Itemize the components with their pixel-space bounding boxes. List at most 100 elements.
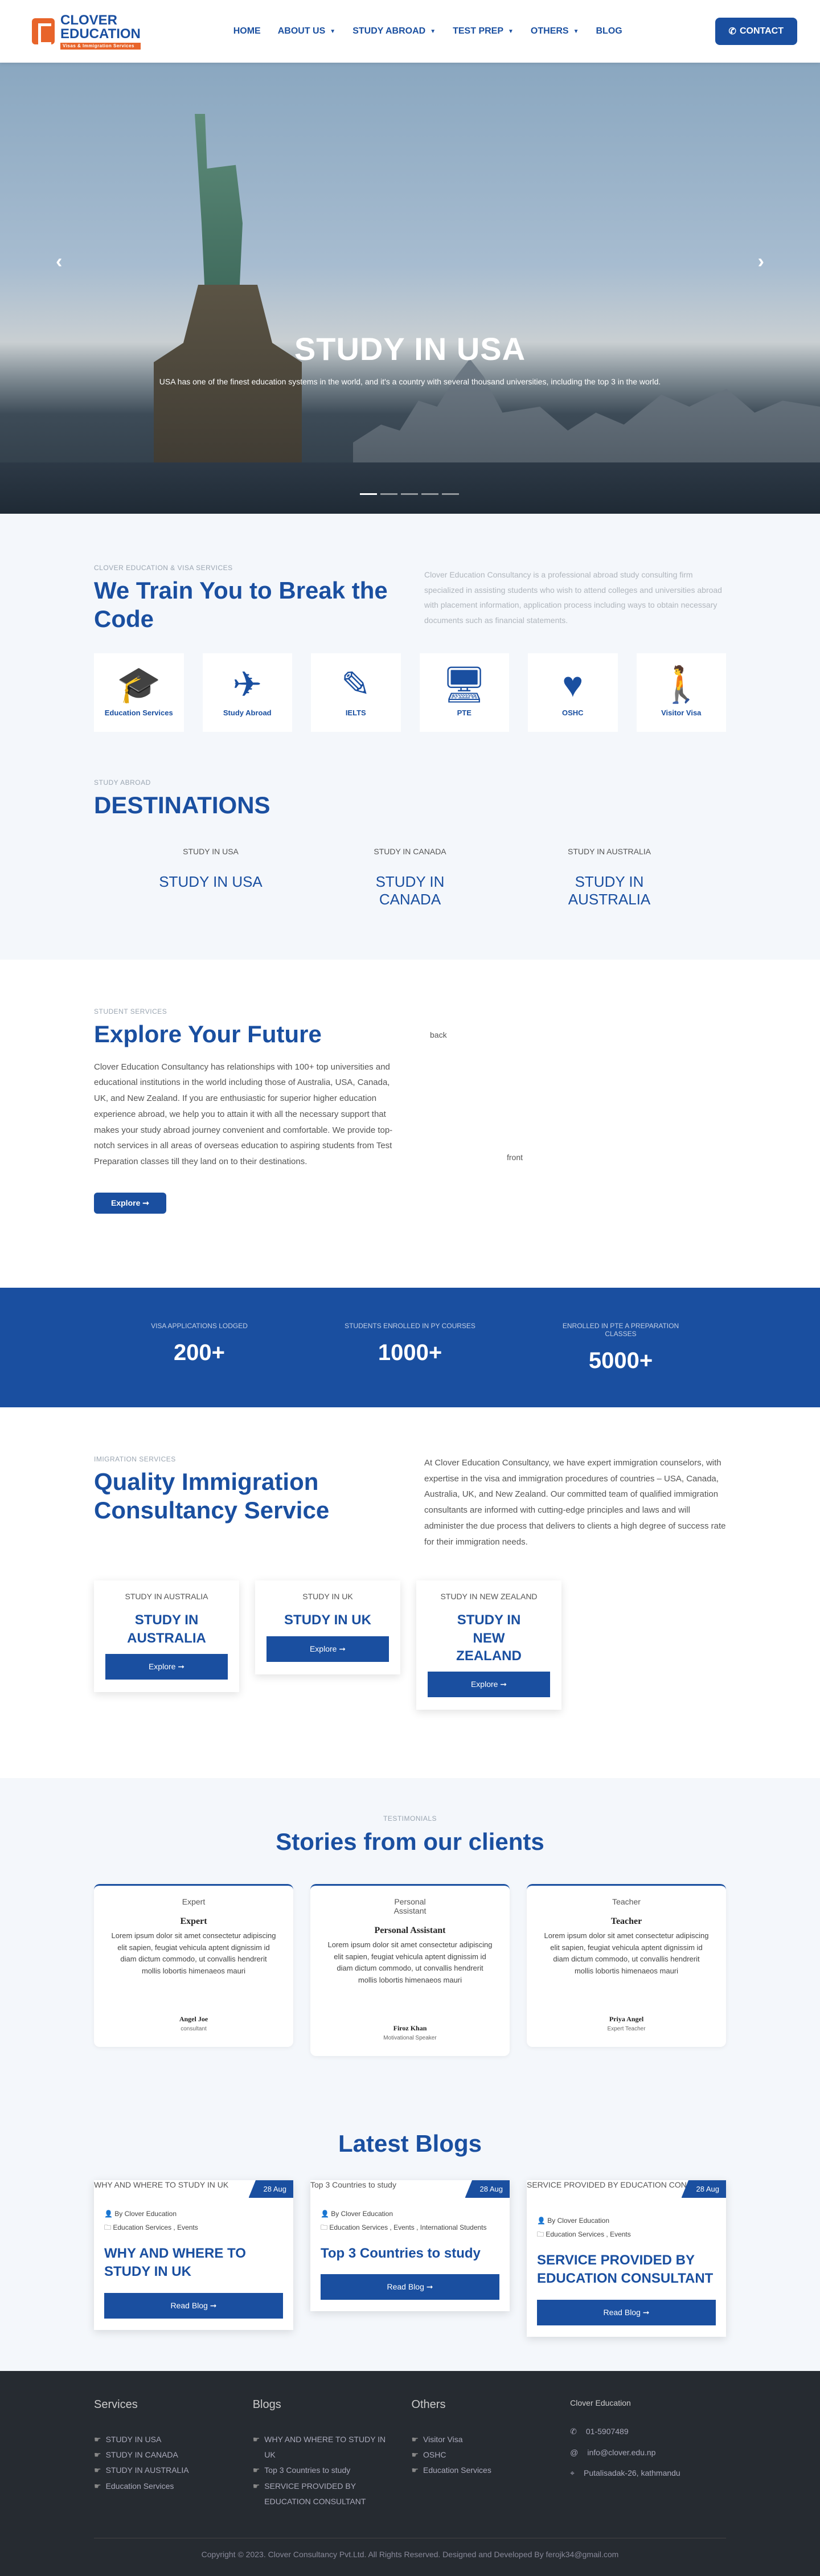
slider-dot[interactable] (380, 493, 397, 495)
footer-link[interactable]: ☛ STUDY IN CANADA (94, 2447, 253, 2463)
train-eyebrow: CLOVER EDUCATION & VISA SERVICES (94, 564, 233, 572)
contact-button[interactable]: ✆ CONTACT (715, 18, 797, 45)
footer-link[interactable]: ☛ STUDY IN USA (94, 2432, 253, 2447)
blog-author: 👤 By Clover Education (94, 2210, 293, 2218)
explore-button[interactable]: Explore ➞ (105, 1653, 228, 1680)
graduate-icon: 🎓 (117, 665, 161, 705)
read-blog-button[interactable]: Read Blog ➞ (321, 2274, 499, 2300)
footer-heading: Services (94, 2398, 138, 2411)
footer-link[interactable]: ☛ Visitor Visa (411, 2432, 570, 2447)
service-card-ielts[interactable]: ✎ IELTS (311, 653, 401, 732)
stat-label: STUDENTS ENROLLED IN PY COURSES (345, 1321, 475, 1330)
immigration-card: STUDY IN UK STUDY IN UK Explore ➞ (255, 1580, 400, 1674)
immigration-card: STUDY IN AUSTRALIA STUDY IN AUSTRALIA Expl… (94, 1580, 239, 1692)
hand-point-icon: ☛ (411, 2434, 419, 2444)
broken-image-icon: Expert (182, 1897, 206, 1906)
testimonial-role: Expert (180, 1916, 207, 1926)
blog-categories-text: Education Services , Events (113, 2223, 198, 2232)
slider-dot[interactable] (360, 493, 377, 495)
phone-icon: ✆ (570, 2426, 577, 2436)
footer-link-text: STUDY IN CANADA (105, 2450, 178, 2460)
stat-label: ENROLLED IN PTE A PREPARATION CLASSES (562, 1321, 679, 1338)
nav-home-label: HOME (233, 26, 261, 36)
explore-eyebrow: STUDENT SERVICES (94, 1008, 167, 1016)
testimonial-title: Motivational Speaker (383, 2035, 437, 2042)
nav-study-abroad-label: STUDY ABROAD (352, 26, 426, 36)
footer-link[interactable]: ☛ STUDY IN AUSTRALIA (94, 2463, 253, 2478)
testimonials-heading: Stories from our clients (276, 1828, 544, 1855)
footer-link-text: Top 3 Countries to study (264, 2466, 351, 2475)
destination-name: STUDY IN AUSTRALIA (568, 873, 651, 908)
footer-link[interactable]: ☛ SERVICE PROVIDED BY EDUCATION CONSULTAN… (253, 2479, 412, 2510)
logo-line1: CLOVER (60, 12, 118, 28)
train-description: Clover Education Consultancy is a profes… (424, 570, 722, 625)
destination-card[interactable]: STUDY IN CANADA STUDY IN CANADA (345, 847, 475, 908)
footer-link[interactable]: ☛ Education Services (94, 2479, 253, 2494)
blog-card: Top 3 Countries to study 28 Aug 👤 By Clov… (310, 2180, 510, 2312)
nav-home[interactable]: HOME (233, 26, 261, 36)
destination-name: STUDY IN USA (159, 873, 263, 891)
footer-link[interactable]: ☛ WHY AND WHERE TO STUDY IN UK (253, 2432, 412, 2463)
slider-next-arrow-icon[interactable]: › (758, 251, 764, 273)
footer-services: Services ☛ STUDY IN USA ☛ STUDY IN CANADA … (94, 2398, 253, 2509)
broken-image-icon: front (507, 1153, 523, 1162)
immigration-eyebrow: IMIGRATION SERVICES (94, 1455, 176, 1463)
testimonial-name: Angel Joe (179, 2015, 208, 2024)
blog-title[interactable]: SERVICE PROVIDED BY EDUCATION CONSULTANT (527, 2251, 726, 2288)
explore-button[interactable]: Explore ➞ (266, 1636, 389, 1662)
service-card-visitor-visa[interactable]: 🚶 Visitor Visa (636, 653, 726, 732)
footer-contact: Clover Education ✆ 01-5907489 @ info@clove… (570, 2398, 726, 2509)
nav-test-prep[interactable]: TEST PREP ▼ (453, 26, 514, 36)
slider-dot[interactable] (401, 493, 418, 495)
chevron-down-icon: ▼ (330, 28, 336, 35)
nav-blog[interactable]: BLOG (596, 26, 622, 36)
service-label: Visitor Visa (661, 708, 702, 718)
explore-button[interactable]: Explore ➞ (94, 1192, 166, 1214)
read-blog-button[interactable]: Read Blog ➞ (104, 2292, 283, 2319)
hand-point-icon: ☛ (94, 2450, 101, 2460)
service-label: Study Abroad (223, 708, 272, 718)
service-card-pte[interactable]: 🖥 PTE (419, 653, 509, 732)
slider-dot[interactable] (421, 493, 438, 495)
footer-heading: Others (411, 2398, 446, 2411)
testimonials-section: TESTIMONIALS Stories from our clients Ex… (0, 1778, 820, 2114)
service-card-education[interactable]: 🎓 Education Services (94, 653, 184, 732)
blog-author: 👤 By Clover Education (310, 2210, 510, 2218)
service-label: Education Services (104, 708, 173, 718)
nav-about[interactable]: ABOUT US ▼ (278, 26, 335, 36)
footer-email[interactable]: @ info@clover.edu.np (570, 2448, 726, 2457)
footer-link-text: OSHC (423, 2450, 446, 2460)
destination-name: STUDY IN CANADA (375, 873, 445, 908)
blog-author-text: By Clover Education (331, 2210, 393, 2218)
service-card-oshc[interactable]: ♥ OSHC (528, 653, 618, 732)
blog-title[interactable]: WHY AND WHERE TO STUDY IN UK (94, 2245, 293, 2282)
footer-phone[interactable]: ✆ 01-5907489 (570, 2427, 726, 2436)
footer-link[interactable]: ☛ Education Services (411, 2463, 570, 2478)
logo[interactable]: CLOVER EDUCATION Visas & Immigration Ser… (32, 12, 141, 50)
blog-date-badge: 28 Aug (248, 2180, 293, 2198)
broken-image-icon: STUDY IN AUSTRALIA (567, 847, 651, 857)
blog-title[interactable]: Top 3 Countries to study (310, 2245, 510, 2263)
hand-point-icon: ☛ (411, 2466, 419, 2475)
broken-image-icon: WHY AND WHERE TO STUDY IN UK (94, 2180, 229, 2190)
footer-link[interactable]: ☛ Top 3 Countries to study (253, 2463, 412, 2478)
explore-button[interactable]: Explore ➞ (428, 1671, 550, 1697)
slider-dot[interactable] (442, 493, 459, 495)
blog-categories: 🗀 Education Services , Events , Internat… (310, 2222, 510, 2234)
footer-link[interactable]: ☛ OSHC (411, 2447, 570, 2463)
blog-author-text: By Clover Education (114, 2210, 177, 2218)
slider-indicators (360, 493, 459, 495)
slider-prev-arrow-icon[interactable]: ‹ (56, 251, 62, 273)
nav-study-abroad[interactable]: STUDY ABROAD ▼ (352, 26, 436, 36)
blogs-section: Latest Blogs WHY AND WHERE TO STUDY IN U… (0, 2113, 820, 2371)
service-card-study-abroad[interactable]: ✈ Study Abroad (202, 653, 292, 732)
blogs-heading: Latest Blogs (338, 2130, 482, 2157)
nav-others[interactable]: OTHERS ▼ (531, 26, 579, 36)
testimonial-list: Expert Expert Lorem ipsum dolor sit amet c… (94, 1883, 726, 2057)
destination-card[interactable]: STUDY IN AUSTRALIA STUDY IN AUSTRALIA (544, 847, 675, 908)
read-blog-button[interactable]: Read Blog ➞ (537, 2299, 716, 2325)
nav-about-label: ABOUT US (277, 26, 326, 36)
footer-address: ⌖ Putalisadak-26, kathmandu (570, 2468, 726, 2478)
destination-card[interactable]: STUDY IN USA STUDY IN USA (145, 847, 276, 908)
immigration-section: IMIGRATION SERVICES Quality Immigration … (0, 1407, 820, 1778)
